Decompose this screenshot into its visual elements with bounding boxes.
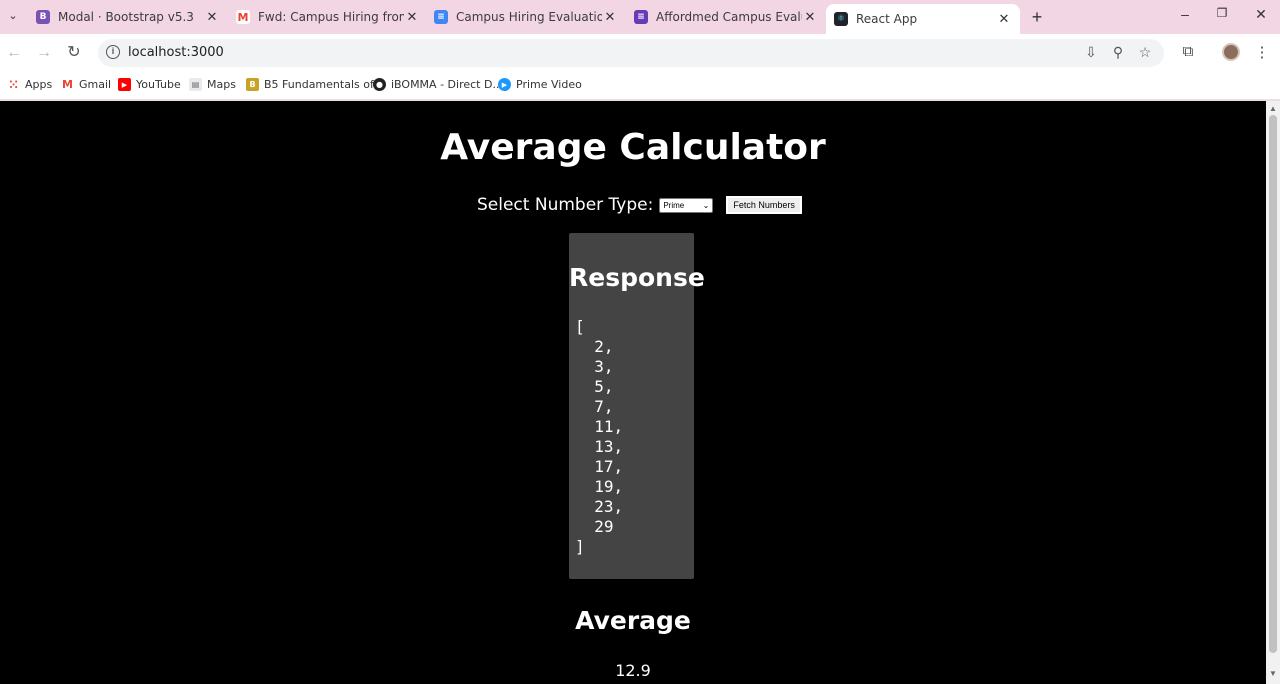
page-title: Average Calculator [440, 127, 826, 168]
browser-toolbar: ← → ↻ i localhost:3000 ⇩ ⚲ ☆ ⧉ ⋮ [0, 34, 1280, 72]
google-docs-icon: ≡ [434, 10, 448, 24]
tab-bootstrap-modal[interactable]: B Modal · Bootstrap v5.3 ✕ [36, 6, 220, 28]
apps-grid-icon: ⁙ [8, 77, 19, 92]
tab-affordmed-evaluation[interactable]: ≡ Affordmed Campus Evaluation ... ✕ [634, 6, 818, 28]
window-close-icon[interactable]: ✕ [1251, 6, 1271, 23]
bookmark-b5-fundamentals[interactable]: B B5 Fundamentals of... [246, 78, 384, 91]
scroll-up-icon[interactable]: ▲ [1269, 104, 1277, 113]
gmail-icon: M [62, 78, 73, 91]
install-app-icon[interactable]: ⇩ [1082, 44, 1100, 61]
number-type-label: Select Number Type: [477, 195, 654, 215]
page-scrollbar[interactable]: ▲ ▼ [1266, 101, 1280, 684]
gmail-icon: M [236, 10, 250, 24]
tab-react-app[interactable]: ⚛ React App ✕ [826, 4, 1020, 34]
bookmark-star-icon[interactable]: ☆ [1136, 44, 1154, 61]
google-forms-icon: ≡ [634, 10, 648, 24]
fetch-numbers-button[interactable]: Fetch Numbers [725, 195, 803, 215]
address-bar[interactable]: i localhost:3000 ⇩ ⚲ ☆ [98, 39, 1164, 67]
scroll-thumb[interactable] [1269, 115, 1277, 653]
ibomma-icon: ● [373, 78, 386, 91]
close-tab-icon[interactable]: ✕ [404, 10, 420, 25]
close-tab-icon[interactable]: ✕ [602, 10, 618, 25]
tab-strip: ⌄ B Modal · Bootstrap v5.3 ✕ M Fwd: Camp… [0, 0, 1280, 34]
url-text[interactable]: localhost:3000 [128, 45, 224, 60]
number-type-row: Select Number Type: Prime ⌄ Fetch Number… [477, 195, 803, 215]
bookmarks-bar: ⁙ Apps M Gmail ▶ YouTube ▤ Maps B B5 Fun… [0, 72, 1280, 100]
response-json: [ 2, 3, 5, 7, 11, 13, 17, 19, 23, 29 ] [575, 317, 624, 556]
new-tab-icon[interactable]: + [1028, 7, 1046, 28]
response-title: Response [569, 263, 705, 292]
minimize-icon[interactable]: – [1175, 6, 1195, 22]
bookmark-youtube[interactable]: ▶ YouTube [118, 78, 181, 91]
tab-campus-hiring-evaluation[interactable]: ≡ Campus Hiring Evaluation - Fro... ✕ [434, 6, 618, 28]
bookmark-gmail[interactable]: M Gmail [61, 78, 111, 91]
page-content: Average Calculator Select Number Type: P… [0, 101, 1266, 684]
zoom-icon[interactable]: ⚲ [1109, 44, 1127, 61]
tab-gmail-fwd[interactable]: M Fwd: Campus Hiring from DSU ... ✕ [236, 6, 420, 28]
scroll-down-icon[interactable]: ▼ [1269, 669, 1277, 678]
close-tab-icon[interactable]: ✕ [802, 10, 818, 25]
chevron-down-icon: ⌄ [702, 200, 710, 210]
extensions-icon[interactable]: ⧉ [1178, 43, 1198, 60]
forward-icon[interactable]: → [34, 43, 54, 63]
b5-icon: B [246, 78, 259, 91]
response-panel: Response [ 2, 3, 5, 7, 11, 13, 17, 19, 2… [569, 233, 705, 579]
bookmark-apps[interactable]: ⁙ Apps [7, 77, 52, 92]
back-icon[interactable]: ← [4, 43, 24, 63]
average-value: 12.9 [615, 661, 651, 680]
youtube-icon: ▶ [118, 78, 131, 91]
tab-search-chevron-icon[interactable]: ⌄ [4, 7, 22, 25]
maps-icon: ▤ [189, 78, 202, 91]
average-title: Average [575, 606, 691, 635]
number-type-select[interactable]: Prime ⌄ [659, 197, 714, 213]
bookmark-ibomma[interactable]: ● iBOMMA - Direct D... [373, 78, 503, 91]
close-tab-icon[interactable]: ✕ [204, 10, 220, 25]
restore-icon[interactable]: ❐ [1212, 6, 1232, 20]
close-tab-icon[interactable]: ✕ [996, 12, 1012, 27]
bookmark-prime-video[interactable]: ▶ Prime Video [498, 78, 582, 91]
profile-avatar[interactable] [1222, 43, 1240, 61]
menu-kebab-icon[interactable]: ⋮ [1252, 43, 1272, 61]
bookmark-maps[interactable]: ▤ Maps [189, 78, 236, 91]
prime-video-icon: ▶ [498, 78, 511, 91]
bootstrap-icon: B [36, 10, 50, 24]
reload-icon[interactable]: ↻ [64, 43, 84, 63]
react-icon: ⚛ [834, 12, 848, 26]
site-info-icon[interactable]: i [106, 45, 120, 59]
